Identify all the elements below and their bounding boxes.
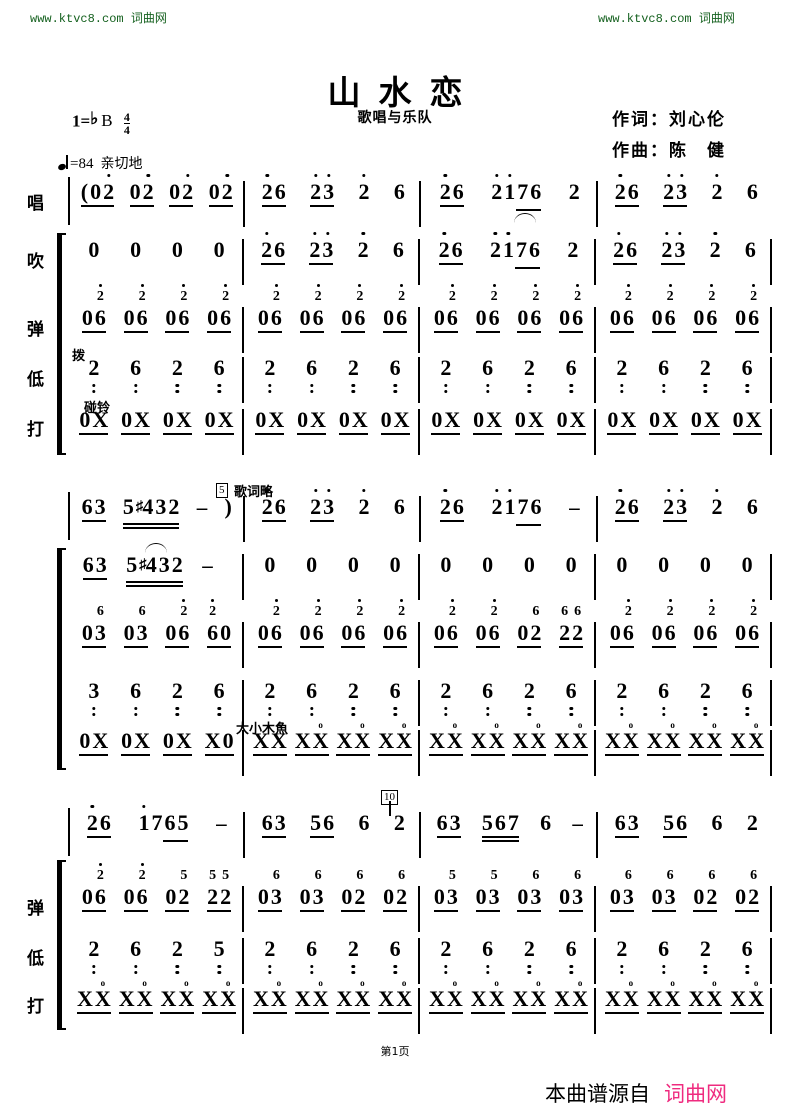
staff-row-pluck: 036 036 062 620 062 062 062 062 062 062 … bbox=[68, 599, 772, 668]
measure: 036 036 026 026 bbox=[242, 869, 418, 932]
staff-label-sing: 唱 bbox=[27, 194, 44, 214]
staff-row-melody: 26 1765 – 63 56 6 2 63 567 6 – 63 56 6 2 bbox=[68, 805, 773, 858]
measure: XXo XXo XXo XXo bbox=[594, 721, 772, 776]
measure: XXo XXo XXo XXo bbox=[418, 721, 594, 776]
measure: 2 6 2 6 bbox=[594, 938, 772, 984]
measure: 062 062 062 062 bbox=[242, 284, 418, 353]
measure: XXo XXo XXo XXo bbox=[76, 978, 237, 1014]
time-denominator: 4 bbox=[123, 123, 130, 137]
staff-row-pluck: 062 062 025 2525 036 036 026 026 035 035… bbox=[68, 863, 772, 932]
staff-row-bass: 2 6 2 6 2 6 2 6 2 6 2 6 2 6 2 6 bbox=[68, 357, 772, 403]
measure: 2 6 2 5 bbox=[68, 938, 242, 984]
key-signature: 1=♭ B 4 4 bbox=[72, 109, 130, 137]
page-number: 第1页 bbox=[380, 1045, 410, 1058]
staff-row-sing: 63 5 ♯4 3 2 – ) 26 23 2 6 26 2176 – 26 23 2… bbox=[68, 489, 773, 542]
source-prefix: 本曲谱源自 bbox=[545, 1082, 650, 1106]
measure: 26 1765 – bbox=[68, 805, 243, 858]
measure: 036 036 062 620 bbox=[68, 599, 242, 668]
measure: 26 23 2 6 bbox=[242, 174, 420, 227]
measure: 26 2176 2 bbox=[418, 232, 594, 285]
measure: 062 062 062 062 bbox=[242, 599, 418, 668]
measure: 00 00 bbox=[88, 237, 225, 262]
staff-label-blow: 吹 bbox=[27, 252, 44, 272]
quarter-note-icon bbox=[58, 155, 69, 171]
measure: 062 062 062 062 bbox=[418, 284, 594, 353]
measure: XXo XXo XXo XXo bbox=[242, 979, 418, 1034]
staff-row-pluck: 062 062 062 062 062 062 062 062 062 062 … bbox=[68, 284, 772, 353]
measure: 26 23 2 6 bbox=[595, 489, 773, 542]
staff-row-sing: (0 2 02 02 02 26 23 2 6 26 2176 2 26 23 2… bbox=[68, 174, 773, 227]
measure: 63 5 ♯4 3 2 – ) bbox=[81, 494, 232, 529]
measure: 26 23 2 6 bbox=[594, 232, 772, 285]
measure: 00 00 bbox=[594, 554, 772, 600]
measure: 26 2176 2 bbox=[419, 174, 596, 227]
measure: 0X 0X 0X 0X bbox=[418, 409, 594, 455]
staff-label-bass: 低 bbox=[27, 370, 44, 390]
source-site: 词曲网 bbox=[664, 1082, 727, 1106]
watermark-left: www.ktvc8.com 词曲网 bbox=[30, 12, 167, 26]
measure: 26 23 2 6 bbox=[242, 232, 418, 285]
measure: 00 00 bbox=[242, 554, 418, 600]
measure: 2 6 2 6 bbox=[242, 938, 418, 984]
measure: 062 062 062 062 bbox=[594, 284, 772, 353]
time-numerator: 4 bbox=[123, 110, 130, 124]
measure: 00 00 bbox=[418, 554, 594, 600]
measure: 062 062 062 062 bbox=[68, 284, 242, 353]
measure: 26 23 2 6 bbox=[595, 174, 773, 227]
tempo-value: =84 bbox=[70, 156, 94, 172]
source-credit: 本曲谱源自 词曲网 bbox=[545, 1078, 727, 1108]
measure: XXo XXo XXo XXo bbox=[242, 721, 418, 776]
system-brace bbox=[57, 860, 66, 1030]
composer-credit: 作曲：陈 健 bbox=[612, 141, 726, 160]
measure: 63 567 6 – bbox=[419, 812, 596, 858]
measure: 0X 0X 0X 0X bbox=[594, 409, 772, 455]
measure: 0X 0X 0X X0 bbox=[79, 728, 234, 756]
staff-row-perc: XXo XXo XXo XXo XXo XXo XXo XXo XXo XXo … bbox=[68, 978, 772, 1034]
system-brace bbox=[57, 233, 66, 455]
watermark-right: www.ktvc8.com 词曲网 bbox=[598, 12, 735, 26]
staff-label-bass: 低 bbox=[27, 949, 44, 969]
system-brace bbox=[57, 548, 66, 770]
measure: 2 6 2 6 bbox=[594, 680, 772, 726]
staff-row-blow: 63 5 ♯4 3 2 – 00 00 00 00 00 00 bbox=[68, 543, 772, 600]
measure: XXo XXo XXo XXo bbox=[418, 979, 594, 1034]
measure: 3 6 2 6 bbox=[68, 680, 242, 726]
staff-label-perc: 打 bbox=[27, 420, 44, 440]
time-signature: 4 4 bbox=[123, 110, 130, 137]
measure: 63 5 ♯4 3 2 – bbox=[68, 543, 242, 600]
staff-row-blow: 00 00 26 23 2 6 26 2176 2 26 23 2 6 bbox=[68, 232, 772, 285]
key-note: B bbox=[101, 111, 113, 131]
lyricist-credit: 作词：刘心伦 bbox=[612, 110, 726, 129]
measure: 63 56 6 2 bbox=[242, 812, 420, 858]
measure: XXo XXo XXo XXo bbox=[594, 979, 772, 1034]
measure: 26 23 2 6 bbox=[242, 489, 420, 542]
measure: 062 062 062 062 bbox=[594, 599, 772, 668]
measure: 062 062 025 2525 bbox=[68, 863, 242, 932]
staff-label-pluck: 弹 bbox=[27, 320, 44, 340]
measure: 2 6 2 6 bbox=[418, 357, 594, 403]
measure: 0X 0X 0X 0X bbox=[79, 407, 234, 435]
measure: 2 6 2 6 bbox=[594, 357, 772, 403]
key-prefix: 1= bbox=[72, 111, 91, 131]
staff-label-perc: 打 bbox=[27, 997, 44, 1017]
measure: 26 2176 – bbox=[419, 489, 596, 542]
staff-row-perc: 0X 0X 0X 0X 0X 0X 0X 0X 0X 0X 0X 0X 0X 0… bbox=[68, 409, 772, 455]
staff-row-bass: 3 6 2 6 2 6 2 6 2 6 2 6 2 6 2 6 bbox=[68, 680, 772, 726]
expression-marking: 亲切地 bbox=[100, 156, 143, 172]
measure: 2 6 2 6 bbox=[418, 680, 594, 726]
measure: 035 035 036 036 bbox=[418, 869, 594, 932]
measure: (0 2 02 02 02 bbox=[68, 174, 243, 227]
measure: 63 56 6 2 bbox=[595, 812, 773, 858]
measure: 2 6 2 6 bbox=[418, 938, 594, 984]
measure: 062 062 026 2626 bbox=[418, 599, 594, 668]
tempo-marking: =84 亲切地 bbox=[58, 152, 142, 173]
staff-label-pluck: 弹 bbox=[27, 899, 44, 919]
staff-row-bass: 2 6 2 5 2 6 2 6 2 6 2 6 2 6 2 6 bbox=[68, 938, 772, 984]
flat-icon: ♭ bbox=[90, 109, 99, 129]
staff-row-perc: 0X 0X 0X X0 XXo XXo XXo XXo XXo XXo XXo … bbox=[68, 721, 772, 776]
measure: 036 036 026 026 bbox=[594, 869, 772, 932]
measure: 2 6 2 6 bbox=[242, 357, 418, 403]
measure: 0X 0X 0X 0X bbox=[242, 409, 418, 455]
